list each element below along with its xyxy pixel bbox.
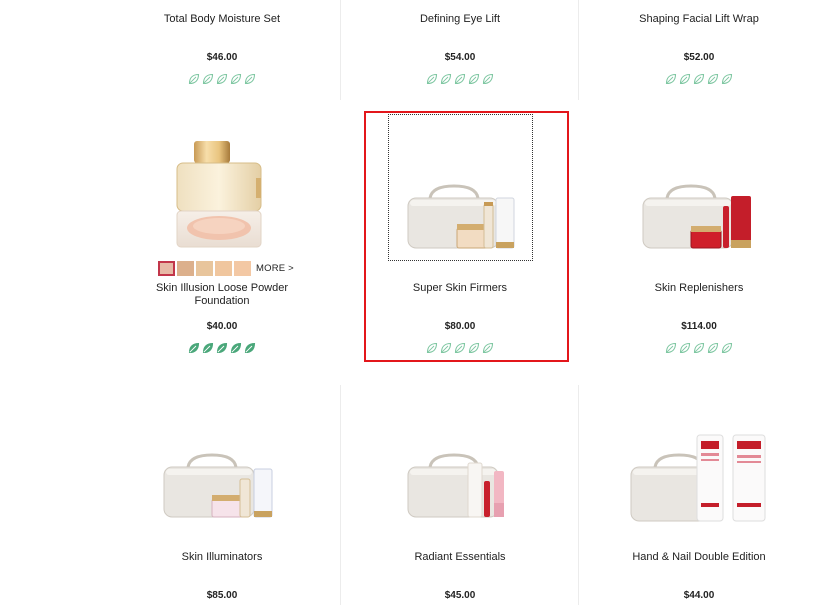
leaf-icon — [230, 342, 242, 354]
rating-stars — [342, 73, 578, 85]
shade-swatch[interactable] — [158, 261, 175, 276]
product-price: $45.00 — [444, 590, 476, 601]
shade-swatch[interactable] — [177, 261, 194, 276]
leaf-icon — [440, 73, 452, 85]
leaf-icon — [216, 342, 228, 354]
leaf-icon — [665, 342, 677, 354]
leaf-icon — [202, 342, 214, 354]
product-price: $52.00 — [683, 52, 715, 63]
leaf-icon — [244, 342, 256, 354]
product-tile[interactable]: Shaping Facial Lift Wrap $52.00 — [581, 0, 817, 100]
product-name[interactable]: Skin Illusion Loose Powder Foundation — [104, 282, 340, 308]
product-price: $46.00 — [206, 52, 238, 63]
product-name[interactable]: Defining Eye Lift — [342, 13, 578, 26]
rating-stars — [104, 342, 340, 354]
leaf-icon — [426, 73, 438, 85]
leaf-icon — [721, 342, 733, 354]
product-tile[interactable]: Skin Illuminators $85.00 — [104, 385, 340, 605]
leaf-icon — [693, 73, 705, 85]
shade-swatch[interactable] — [215, 261, 232, 276]
leaf-icon — [679, 73, 691, 85]
leaf-icon — [244, 73, 256, 85]
leaf-icon — [216, 73, 228, 85]
product-tile[interactable]: Defining Eye Lift $54.00 — [342, 0, 578, 100]
leaf-icon — [679, 342, 691, 354]
rating-stars — [581, 73, 817, 85]
product-price: $44.00 — [683, 590, 715, 601]
leaf-icon — [188, 342, 200, 354]
product-tile[interactable]: Total Body Moisture Set $46.00 — [104, 0, 340, 100]
product-name[interactable]: Radiant Essentials — [342, 551, 578, 564]
rating-stars — [581, 342, 817, 354]
shade-swatch[interactable] — [234, 261, 251, 276]
shade-swatch[interactable] — [196, 261, 213, 276]
product-tile[interactable]: Hand & Nail Double Edition $44.00 — [581, 385, 817, 605]
product-tile[interactable]: MORE > Skin Illusion Loose Powder Founda… — [104, 110, 340, 360]
product-name[interactable]: Skin Replenishers — [581, 282, 817, 295]
column-divider — [340, 385, 341, 605]
leaf-icon — [693, 342, 705, 354]
leaf-icon — [707, 73, 719, 85]
column-divider — [340, 0, 341, 100]
product-name[interactable]: Total Body Moisture Set — [104, 13, 340, 26]
skincare-gift-set-image[interactable] — [402, 453, 522, 523]
skincare-gift-set-image[interactable] — [639, 184, 759, 254]
more-shades-link[interactable]: MORE > — [256, 263, 294, 274]
leaf-icon — [468, 73, 480, 85]
column-divider — [578, 0, 579, 100]
product-name[interactable]: Shaping Facial Lift Wrap — [581, 13, 817, 26]
product-price: $40.00 — [206, 321, 238, 332]
leaf-icon — [230, 73, 242, 85]
leaf-icon — [482, 73, 494, 85]
skincare-gift-set-image[interactable] — [160, 453, 280, 523]
hand-cream-set-image[interactable] — [627, 433, 777, 525]
leaf-icon — [665, 73, 677, 85]
product-tile[interactable]: Skin Replenishers $114.00 — [581, 110, 817, 360]
rating-stars — [104, 73, 340, 85]
leaf-icon — [202, 73, 214, 85]
loose-powder-jar-image[interactable] — [172, 138, 272, 253]
column-divider — [578, 385, 579, 605]
product-price: $54.00 — [444, 52, 476, 63]
product-name[interactable]: Hand & Nail Double Edition — [581, 551, 817, 564]
leaf-icon — [721, 73, 733, 85]
product-tile[interactable]: Radiant Essentials $45.00 — [342, 385, 578, 605]
shade-swatches: MORE > — [158, 261, 294, 276]
leaf-icon — [188, 73, 200, 85]
leaf-icon — [707, 342, 719, 354]
product-price: $114.00 — [681, 321, 717, 332]
product-price: $85.00 — [206, 590, 238, 601]
product-name[interactable]: Skin Illuminators — [104, 551, 340, 564]
leaf-icon — [454, 73, 466, 85]
image-focus-outline — [388, 114, 533, 261]
